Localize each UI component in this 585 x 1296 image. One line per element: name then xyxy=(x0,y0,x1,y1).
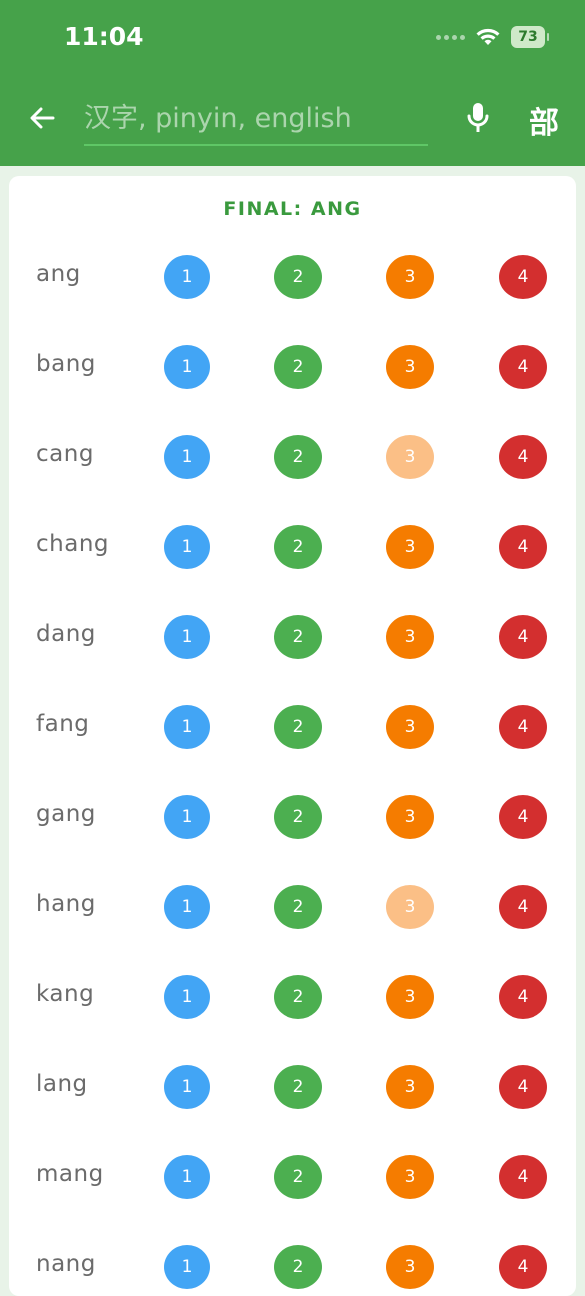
tone-3-button[interactable]: 3 xyxy=(386,1065,434,1109)
tone-1-button[interactable]: 1 xyxy=(164,1065,210,1109)
tone-1-button[interactable]: 1 xyxy=(164,525,210,569)
tone-2-button[interactable]: 2 xyxy=(274,525,322,569)
tone-4-button[interactable]: 4 xyxy=(499,885,547,929)
tone-2-button[interactable]: 2 xyxy=(274,435,322,479)
syllable-row: hang 1 2 3 4 xyxy=(9,863,576,953)
syllable-row: ang 1 2 3 4 xyxy=(9,233,576,323)
tone-2-button[interactable]: 2 xyxy=(274,255,322,299)
status-time: 11:04 xyxy=(64,22,144,51)
tone-2-button[interactable]: 2 xyxy=(274,885,322,929)
tone-2-button[interactable]: 2 xyxy=(274,1155,322,1199)
tone-2-button[interactable]: 2 xyxy=(274,1065,322,1109)
battery-charging-icon: 73 xyxy=(511,26,549,48)
tone-1-button[interactable]: 1 xyxy=(164,1155,210,1199)
syllable-label: chang xyxy=(36,531,109,557)
tone-4-button[interactable]: 4 xyxy=(499,705,547,749)
syllable-row: nang 1 2 3 4 xyxy=(9,1223,576,1296)
tone-3-button[interactable]: 3 xyxy=(386,435,434,479)
radical-lookup-button[interactable]: 部 xyxy=(522,98,566,142)
tone-4-button[interactable]: 4 xyxy=(499,1245,547,1289)
tone-1-button[interactable]: 1 xyxy=(164,795,210,839)
tone-2-button[interactable]: 2 xyxy=(274,1245,322,1289)
final-card: FINAL: ANG ang 1 2 3 4 bang 1 2 3 4 cang 1 2 3 4 chang 1… xyxy=(9,176,576,1296)
arrow-left-icon xyxy=(30,107,55,129)
tone-1-button[interactable]: 1 xyxy=(164,1245,210,1289)
syllable-row: bang 1 2 3 4 xyxy=(9,323,576,413)
syllable-row: mang 1 2 3 4 xyxy=(9,1133,576,1223)
syllable-row: cang 1 2 3 4 xyxy=(9,413,576,503)
syllable-row: chang 1 2 3 4 xyxy=(9,503,576,593)
status-icons: 73 xyxy=(436,26,549,48)
tone-4-button[interactable]: 4 xyxy=(499,255,547,299)
wifi-icon xyxy=(476,28,500,45)
tone-3-button[interactable]: 3 xyxy=(386,525,434,569)
tone-1-button[interactable]: 1 xyxy=(164,705,210,749)
tone-4-button[interactable]: 4 xyxy=(499,1155,547,1199)
syllable-label: fang xyxy=(36,711,90,737)
syllable-label: ang xyxy=(36,261,81,287)
syllable-list: ang 1 2 3 4 bang 1 2 3 4 cang 1 2 3 4 chang 1 2 3 4 dang 1 2 3 4… xyxy=(9,233,576,1296)
tone-3-button[interactable]: 3 xyxy=(386,345,434,389)
back-button[interactable] xyxy=(24,100,60,136)
syllable-label: mang xyxy=(36,1161,104,1187)
search-input[interactable] xyxy=(84,96,428,140)
tone-4-button[interactable]: 4 xyxy=(499,615,547,659)
tone-2-button[interactable]: 2 xyxy=(274,705,322,749)
syllable-label: dang xyxy=(36,621,96,647)
card-title: FINAL: ANG xyxy=(223,198,362,220)
syllable-row: dang 1 2 3 4 xyxy=(9,593,576,683)
tone-3-button[interactable]: 3 xyxy=(386,1245,434,1289)
syllable-label: bang xyxy=(36,351,96,377)
tone-2-button[interactable]: 2 xyxy=(274,795,322,839)
tone-3-button[interactable]: 3 xyxy=(386,885,434,929)
syllable-label: cang xyxy=(36,441,94,467)
syllable-label: gang xyxy=(36,801,96,827)
tone-3-button[interactable]: 3 xyxy=(386,795,434,839)
tone-1-button[interactable]: 1 xyxy=(164,345,210,389)
voice-search-button[interactable] xyxy=(462,100,494,136)
microphone-icon xyxy=(467,103,489,132)
battery-level: 73 xyxy=(518,29,538,45)
syllable-label: hang xyxy=(36,891,96,917)
tone-3-button[interactable]: 3 xyxy=(386,705,434,749)
syllable-row: kang 1 2 3 4 xyxy=(9,953,576,1043)
tone-1-button[interactable]: 1 xyxy=(164,255,210,299)
tone-4-button[interactable]: 4 xyxy=(499,525,547,569)
tone-1-button[interactable]: 1 xyxy=(164,435,210,479)
cellular-signal-icon xyxy=(436,34,465,40)
syllable-label: lang xyxy=(36,1071,88,1097)
tone-4-button[interactable]: 4 xyxy=(499,1065,547,1109)
search-field xyxy=(84,96,428,146)
tone-1-button[interactable]: 1 xyxy=(164,975,210,1019)
tone-4-button[interactable]: 4 xyxy=(499,435,547,479)
tone-1-button[interactable]: 1 xyxy=(164,885,210,929)
syllable-row: fang 1 2 3 4 xyxy=(9,683,576,773)
tone-3-button[interactable]: 3 xyxy=(386,1155,434,1199)
tone-4-button[interactable]: 4 xyxy=(499,795,547,839)
tone-3-button[interactable]: 3 xyxy=(386,975,434,1019)
tone-2-button[interactable]: 2 xyxy=(274,975,322,1019)
tone-3-button[interactable]: 3 xyxy=(386,615,434,659)
tone-2-button[interactable]: 2 xyxy=(274,615,322,659)
app-bar: 11:04 73 部 xyxy=(0,0,585,166)
syllable-row: gang 1 2 3 4 xyxy=(9,773,576,863)
syllable-row: lang 1 2 3 4 xyxy=(9,1043,576,1133)
tone-1-button[interactable]: 1 xyxy=(164,615,210,659)
tone-3-button[interactable]: 3 xyxy=(386,255,434,299)
syllable-label: kang xyxy=(36,981,95,1007)
tone-4-button[interactable]: 4 xyxy=(499,975,547,1019)
tone-4-button[interactable]: 4 xyxy=(499,345,547,389)
syllable-label: nang xyxy=(36,1251,96,1277)
tone-2-button[interactable]: 2 xyxy=(274,345,322,389)
